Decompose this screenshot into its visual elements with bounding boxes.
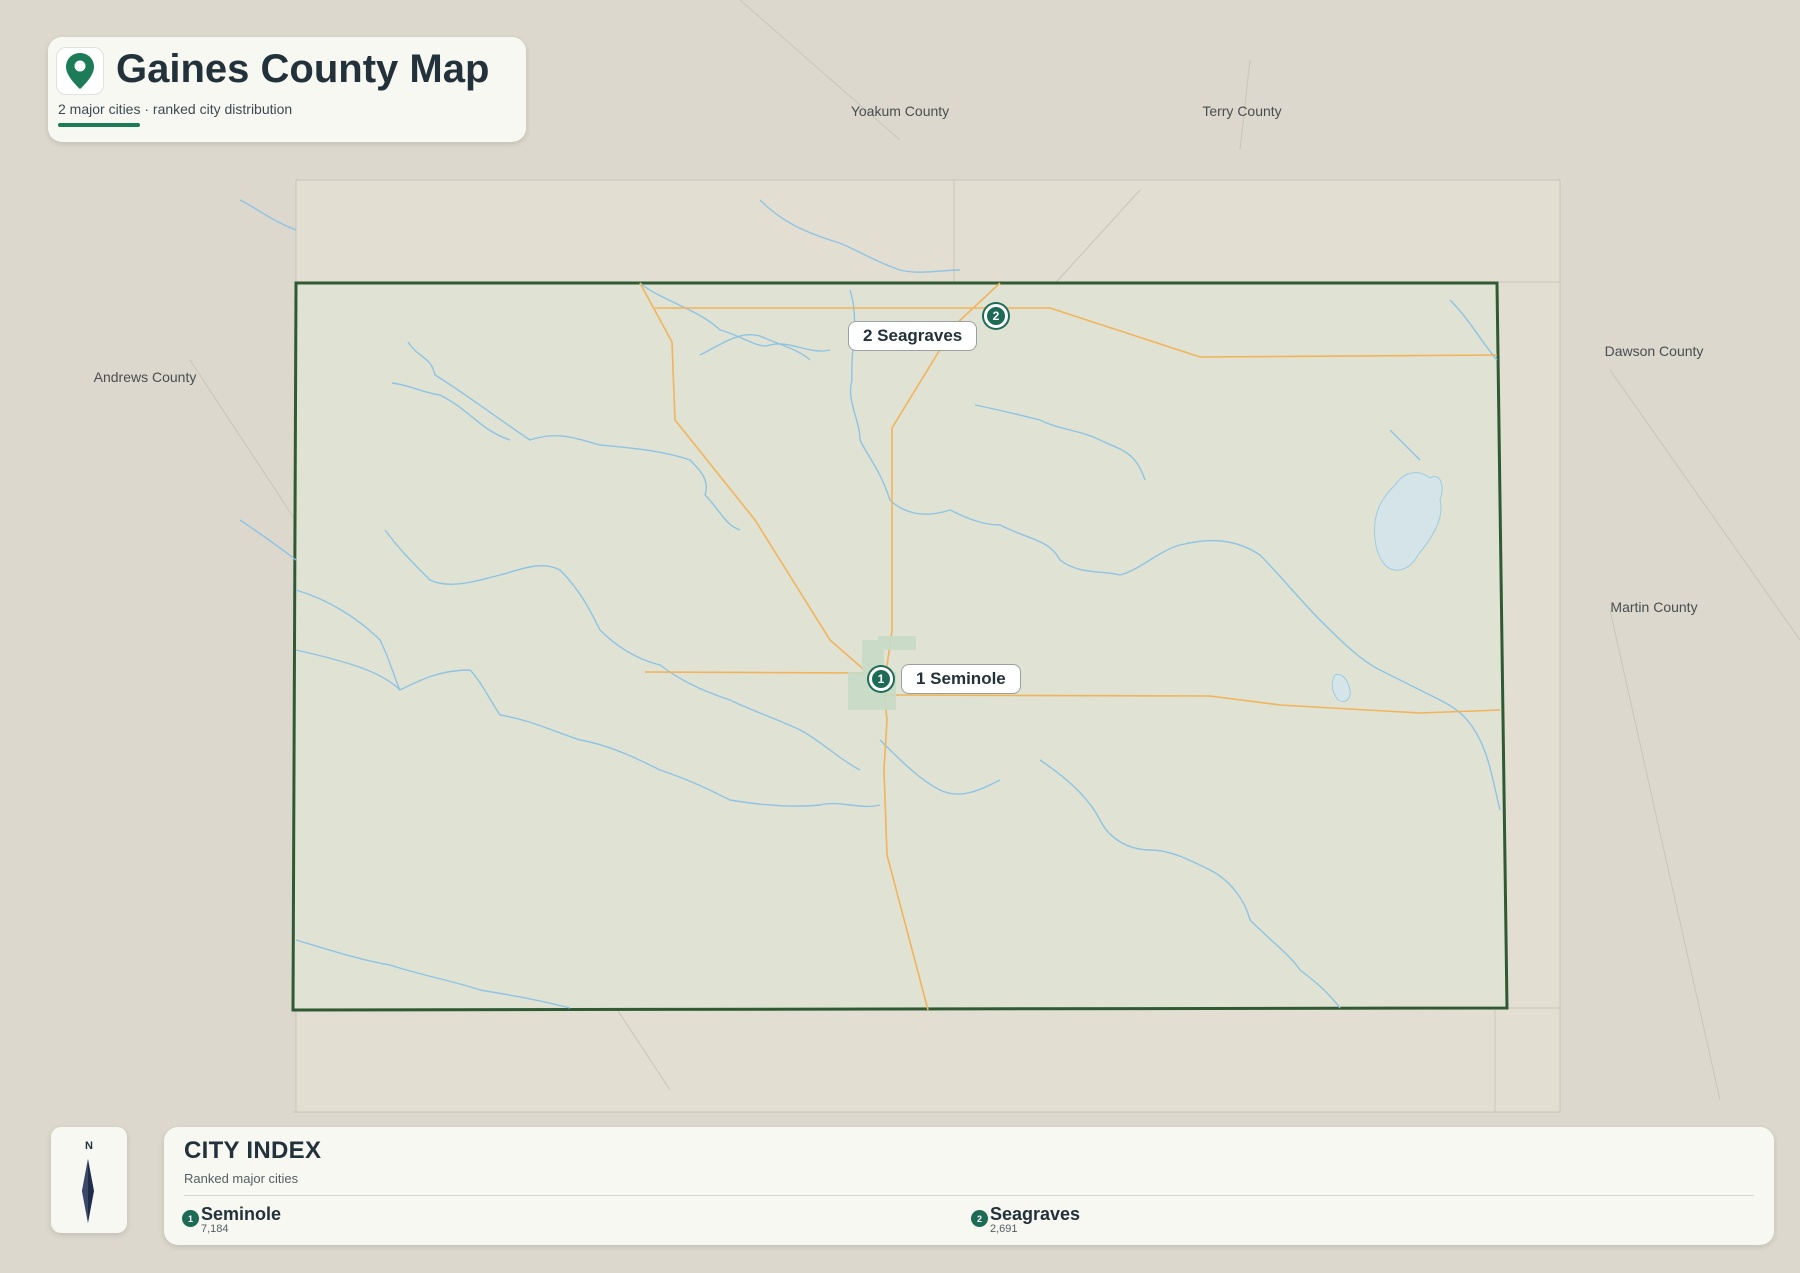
county-label-martin: Martin County [1610,599,1698,615]
city-label-seagraves[interactable]: 2 Seagraves [848,321,978,351]
compass: N [51,1127,127,1233]
county-label-dawson: Dawson County [1604,343,1704,359]
city-index-title: CITY INDEX [184,1137,322,1164]
title-card: Gaines County Map 2 major cities · ranke… [48,37,526,142]
city-name: Seagraves [990,1204,1081,1224]
map-canvas[interactable] [0,0,1800,1273]
city-name: Seminole [201,1204,282,1224]
compass-north-label: N [85,1140,93,1152]
page-subtitle: 2 major cities · ranked city distributio… [58,101,293,117]
county-label-terry: Terry County [1202,103,1282,119]
title-accent-bar [58,123,140,127]
city-index-subtitle: Ranked major cities [184,1171,299,1186]
city-population: 7,184 [201,1223,229,1235]
county-label-andrews: Andrews County [93,369,197,385]
map-pin-icon [56,47,104,95]
city-population: 2,691 [990,1223,1018,1235]
city-marker-seagraves[interactable]: 2 [984,304,1008,328]
compass-needle-icon [82,1159,94,1223]
page-title: Gaines County Map [116,47,490,91]
city-index-divider [184,1195,1754,1196]
rank-badge: 2 [971,1210,988,1227]
county-label-yoakum: Yoakum County [850,103,950,119]
rank-badge: 1 [182,1210,199,1227]
city-index-panel: CITY INDEX Ranked major cities 1 Seminol… [164,1127,1774,1245]
city-label-seminole[interactable]: 1 Seminole [901,664,1021,694]
city-marker-seminole[interactable]: 1 [869,667,893,691]
